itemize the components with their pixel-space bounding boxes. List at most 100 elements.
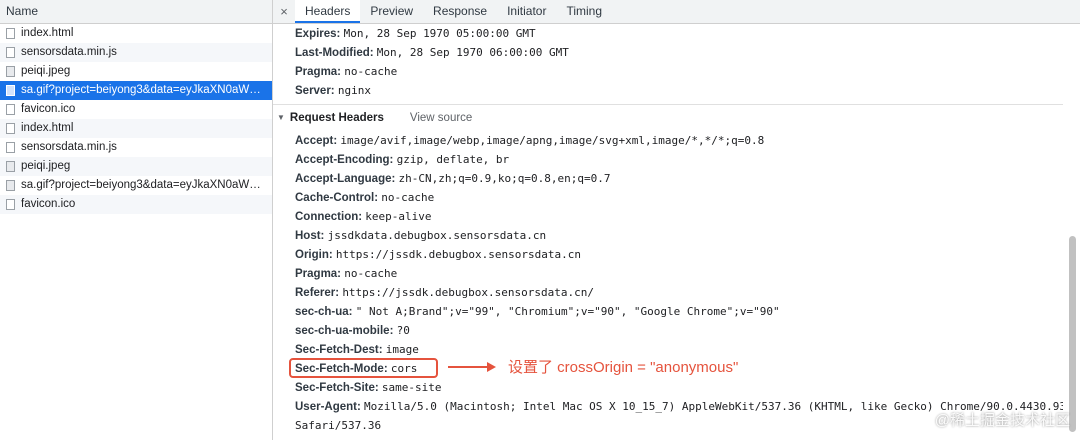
header-line: Accept: image/avif,image/webp,image/apng… [273, 131, 1063, 150]
request-name: sensorsdata.min.js [21, 141, 117, 153]
highlight-box [289, 358, 438, 378]
arrow-right-icon [448, 362, 496, 372]
header-line: sec-ch-ua: " Not A;Brand";v="99", "Chrom… [273, 302, 1063, 321]
header-key: Accept: [295, 135, 338, 147]
image-file-icon [6, 85, 15, 96]
request-row[interactable]: index.html [0, 119, 272, 138]
header-line: Host: jssdkdata.debugbox.sensorsdata.cn [273, 226, 1063, 245]
tab-initiator[interactable]: Initiator [497, 0, 556, 23]
header-value: gzip, deflate, br [396, 153, 510, 166]
tab-preview[interactable]: Preview [360, 0, 423, 23]
document-file-icon [6, 123, 15, 134]
tab-response[interactable]: Response [423, 0, 497, 23]
header-value: keep-alive [365, 210, 432, 223]
header-line: Connection: keep-alive [273, 207, 1063, 226]
header-line: Last-Modified: Mon, 28 Sep 1970 06:00:00… [273, 43, 1063, 62]
header-line: Expires: Mon, 28 Sep 1970 05:00:00 GMT [273, 24, 1063, 43]
request-row[interactable]: sensorsdata.min.js [0, 138, 272, 157]
header-key: User-Agent: [295, 401, 361, 413]
scrollbar-thumb[interactable] [1069, 236, 1076, 432]
header-line: Sec-Fetch-Site: same-site [273, 378, 1063, 397]
document-file-icon [6, 28, 15, 39]
header-value: no-cache [344, 267, 398, 280]
response-headers-list: Expires: Mon, 28 Sep 1970 05:00:00 GMT La… [273, 24, 1063, 100]
request-name: sa.gif?project=beiyong3&data=eyJkaXN0aW5… [21, 84, 265, 96]
image-file-icon [6, 180, 15, 191]
header-value: no-cache [344, 65, 398, 78]
header-value: Mon, 28 Sep 1970 06:00:00 GMT [376, 46, 569, 59]
header-line: Origin: https://jssdk.debugbox.sensorsda… [273, 245, 1063, 264]
details-tabs: × Headers Preview Response Initiator Timing [273, 0, 1080, 24]
request-row[interactable]: peiqi.jpeg [0, 62, 272, 81]
header-value: jssdkdata.debugbox.sensorsdata.cn [327, 229, 547, 242]
close-icon[interactable]: × [273, 0, 295, 23]
header-value: " Not A;Brand";v="99", "Chromium";v="90"… [355, 305, 780, 318]
annotation-text: 设置了 crossOrigin = "anonymous" [508, 359, 739, 376]
request-name: sa.gif?project=beiyong3&data=eyJkaXN0aW5… [21, 179, 265, 191]
header-value: image [385, 343, 419, 356]
image-file-icon [6, 66, 15, 77]
header-value: https://jssdk.debugbox.sensorsdata.cn/ [342, 286, 594, 299]
header-line: Cache-Control: no-cache [273, 188, 1063, 207]
header-value: nginx [337, 84, 371, 97]
header-key: Cache-Control: [295, 192, 379, 204]
request-headers-list: Accept: image/avif,image/webp,image/apng… [273, 131, 1063, 435]
header-key: Expires: [295, 28, 341, 40]
header-line: Referer: https://jssdk.debugbox.sensorsd… [273, 283, 1063, 302]
header-key: Sec-Fetch-Dest: [295, 344, 383, 356]
header-key: sec-ch-ua: [295, 306, 353, 318]
header-key: Referer: [295, 287, 340, 299]
header-key: Host: [295, 230, 325, 242]
header-key: Accept-Language: [295, 173, 396, 185]
document-file-icon [6, 104, 15, 115]
request-name: peiqi.jpeg [21, 160, 71, 172]
triangle-down-icon[interactable]: ▼ [277, 105, 285, 131]
header-key: Pragma: [295, 66, 342, 78]
request-row[interactable]: favicon.ico [0, 100, 272, 119]
header-line: Pragma: no-cache [273, 62, 1063, 81]
request-row[interactable]: favicon.ico [0, 195, 272, 214]
view-source-link[interactable]: View source [410, 105, 472, 131]
request-row[interactable]: peiqi.jpeg [0, 157, 272, 176]
request-name: favicon.ico [21, 103, 76, 115]
request-name: peiqi.jpeg [21, 65, 71, 77]
header-value: Safari/537.36 [295, 419, 382, 432]
header-value: image/avif,image/webp,image/apng,image/s… [340, 134, 765, 147]
request-row[interactable]: sa.gif?project=beiyong3&data=eyJkaXN0aW5… [0, 176, 272, 195]
name-column-header[interactable]: Name [0, 0, 272, 24]
tab-list: Headers Preview Response Initiator Timing [295, 0, 612, 23]
header-value: ?0 [396, 324, 410, 337]
request-row[interactable]: index.html [0, 24, 272, 43]
request-row[interactable]: sa.gif?project=beiyong3&data=eyJkaXN0aW5… [0, 81, 272, 100]
header-line: sec-ch-ua-mobile: ?0 [273, 321, 1063, 340]
tab-headers[interactable]: Headers [295, 0, 361, 23]
header-value: no-cache [381, 191, 435, 204]
document-file-icon [6, 47, 15, 58]
request-name: index.html [21, 27, 74, 39]
request-headers-title: Request Headers [289, 112, 384, 124]
request-list-panel: Name index.html sensorsdata.min.js peiqi.j… [0, 0, 273, 440]
request-headers-section-title[interactable]: ▼ Request Headers View source [273, 105, 1063, 131]
header-line: Accept-Encoding: gzip, deflate, br [273, 150, 1063, 169]
document-file-icon [6, 142, 15, 153]
header-key: Origin: [295, 249, 333, 261]
tab-timing[interactable]: Timing [556, 0, 612, 23]
header-value: same-site [381, 381, 442, 394]
header-line: Accept-Language: zh-CN,zh;q=0.9,ko;q=0.8… [273, 169, 1063, 188]
header-key: Sec-Fetch-Site: [295, 382, 379, 394]
header-key: Last-Modified: [295, 47, 374, 59]
request-row[interactable]: sensorsdata.min.js [0, 43, 272, 62]
header-key: Pragma: [295, 268, 342, 280]
header-value: zh-CN,zh;q=0.9,ko;q=0.8,en;q=0.7 [398, 172, 611, 185]
request-name: index.html [21, 122, 74, 134]
header-key: Connection: [295, 211, 363, 223]
image-file-icon [6, 161, 15, 172]
request-name: favicon.ico [21, 198, 76, 210]
header-value: https://jssdk.debugbox.sensorsdata.cn [335, 248, 581, 261]
watermark: @稀土掘金技术社区 [934, 412, 1070, 429]
header-line: Server: nginx [273, 81, 1063, 100]
header-key: Server: [295, 85, 335, 97]
request-name: sensorsdata.min.js [21, 46, 117, 58]
document-file-icon [6, 199, 15, 210]
file-list: index.html sensorsdata.min.js peiqi.jpeg sa… [0, 24, 272, 214]
